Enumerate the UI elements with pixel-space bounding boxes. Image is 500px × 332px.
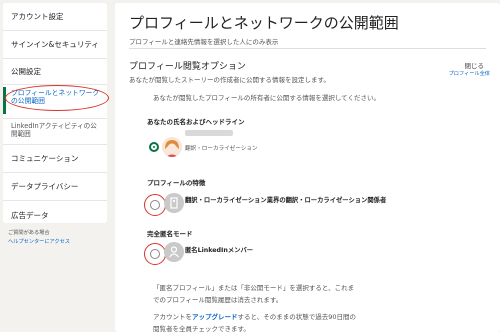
sidebar-item-label: 公開設定 (11, 67, 41, 76)
help-text: ご質問がある場合 (8, 230, 50, 236)
sidebar-item-data-privacy[interactable]: データプライバシー (3, 173, 107, 201)
sidebar-item-ad-data[interactable]: 広告データ (3, 201, 107, 229)
option-anonymous-detail: 匿名LinkedInメンバー (185, 247, 254, 254)
highlight-ellipse (5, 85, 109, 111)
page-title: プロフィールとネットワークの公開範囲 (129, 14, 399, 32)
section-description: あなたが閲覧したストーリーの作成者に公開する情報を設定します。 (129, 76, 330, 84)
sidebar-item-communications[interactable]: コミュニケーション (3, 145, 107, 173)
option-name-headline-detail: 翻訳・ローカライゼーション (185, 146, 258, 152)
sidebar-item-account[interactable]: アカウント設定 (3, 3, 107, 31)
sidebar-item-label: LinkedInアクティビティの公開範囲 (11, 122, 97, 139)
info-text-3: アカウントをアップグレードすると、そのままの状態で過去90日間の (153, 311, 356, 321)
anonymous-avatar (164, 242, 184, 262)
main-panel: プロフィールとネットワークの公開範囲 プロフィールと連絡先情報を選択した人にのみ… (115, 3, 500, 332)
option-profile-traits-label: プロフィールの特徴 (147, 179, 206, 187)
option-anonymous-label: 完全匿名モード (147, 230, 193, 238)
sidebar-item-visibility[interactable]: 公開設定 (3, 59, 107, 85)
info-text-3-pre: アカウントを (153, 313, 192, 321)
close-subtext: プロフィール全体 (448, 71, 490, 77)
question-text: あなたが閲覧したプロフィールの所有者に公開する情報を選択してください。 (153, 94, 380, 102)
anonymous-avatar (164, 193, 184, 213)
option-anonymous-radio[interactable] (150, 249, 160, 259)
sidebar-item-label: 広告データ (11, 210, 49, 220)
help-section: ご質問がある場合 ヘルプセンターにアクセス (8, 229, 70, 247)
sidebar-item-label: データプライバシー (11, 182, 79, 191)
sidebar-item-signin-security[interactable]: サインイン&セキュリティ (3, 31, 107, 59)
sidebar-item-label: サインイン&セキュリティ (11, 40, 99, 49)
help-center-link[interactable]: ヘルプセンターにアクセス (8, 238, 70, 247)
sidebar-item-profile-network-visibility[interactable]: プロフィールとネットワークの公開範囲 (3, 85, 109, 119)
info-text-2: でのプロフィール閲覧履歴は消去されます。 (153, 296, 283, 304)
sidebar-item-label: アカウント設定 (11, 12, 64, 21)
blurred-user-name (185, 130, 233, 136)
upgrade-link[interactable]: アップグレード (192, 313, 238, 321)
option-profile-traits-radio[interactable] (150, 200, 160, 210)
building-icon (170, 197, 178, 209)
option-name-headline-label: あなたの氏名およびヘッドライン (147, 118, 245, 126)
option-name-headline-radio[interactable] (149, 142, 159, 152)
person-silhouette-icon (169, 246, 179, 258)
close-button[interactable]: 閉じる (465, 60, 485, 70)
sidebar-item-activity-visibility[interactable]: LinkedInアクティビティの公開範囲 (3, 119, 107, 145)
option-profile-traits-detail: 翻訳・ローカライゼーション業界の翻訳・ローカライゼーション関係者 (185, 197, 387, 204)
section-title: プロフィール閲覧オプション (129, 62, 246, 72)
divider (129, 48, 486, 49)
page-subtitle: プロフィールと連絡先情報を選択した人にのみ表示 (129, 38, 279, 46)
info-text-3-post: すると、そのままの状態で過去90日間の (237, 313, 357, 321)
avatar-illustration-icon (162, 137, 182, 157)
info-text-1: 「匿名プロフィール」または「非公開モード」を選択すると、これま (153, 284, 355, 292)
avatar (162, 137, 182, 157)
settings-sidebar: アカウント設定 サインイン&セキュリティ 公開設定 プロフィールとネットワークの… (3, 3, 109, 223)
info-text-4: 閲覧者を全員チェックできます。 (153, 325, 250, 332)
sidebar-item-label: コミュニケーション (11, 154, 79, 163)
